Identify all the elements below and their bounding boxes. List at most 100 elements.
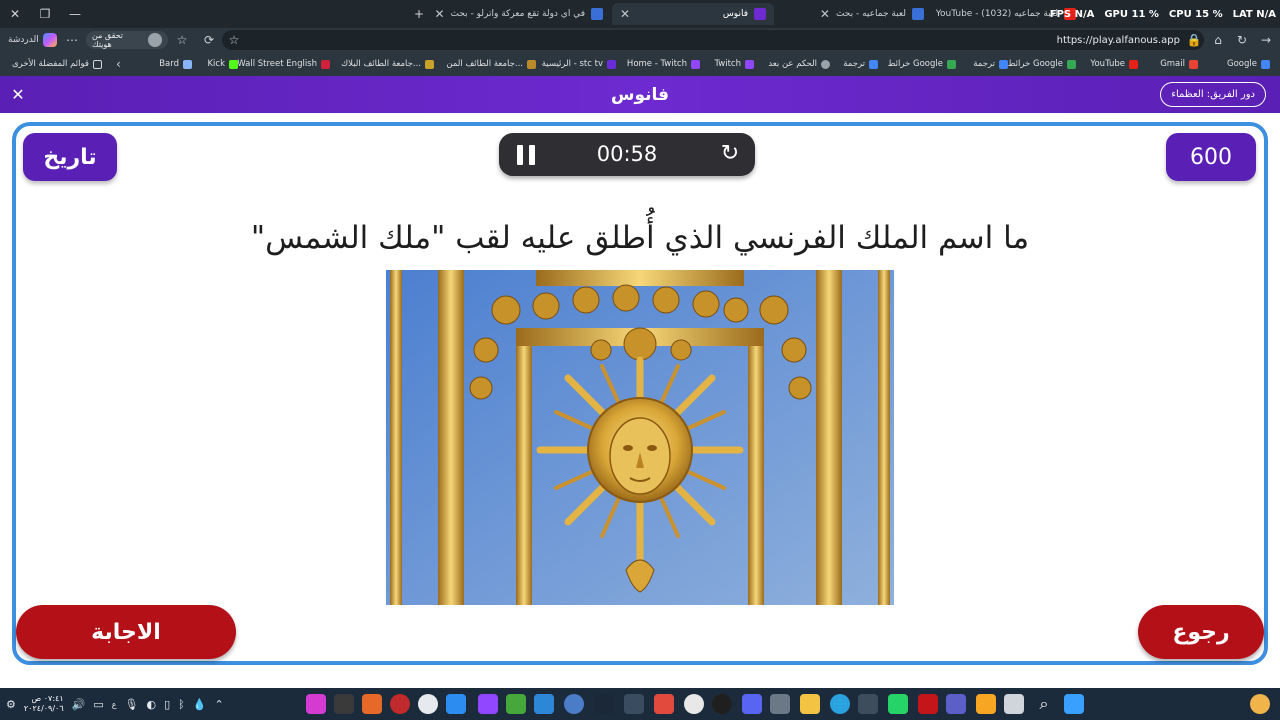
steam-icon[interactable]	[594, 694, 614, 714]
bookmark-maps-2[interactable]: خرائط Google	[888, 52, 956, 76]
bookmark-taif-1[interactable]: جامعة الطائف المن...	[446, 52, 536, 76]
url-text: https://play.alfanous.app	[1056, 34, 1180, 46]
close-tab-icon[interactable]: ✕	[820, 7, 830, 21]
url-field[interactable]: https://play.alfanous.app	[222, 30, 1204, 50]
tray-overflow-icon[interactable]: ⌃	[214, 698, 223, 711]
tab-alfanous[interactable]: ✕ فانوس	[612, 3, 774, 25]
close-icon[interactable]: ✕	[8, 84, 28, 104]
task-view-icon[interactable]	[1004, 694, 1024, 714]
bookmark-wall-street[interactable]: Wall Street English	[237, 52, 330, 76]
pause-icon[interactable]	[517, 145, 537, 165]
app-icon-blue[interactable]	[564, 694, 584, 714]
battery-icon[interactable]: ▯	[164, 698, 170, 711]
close-window-icon[interactable]: ✕	[0, 0, 30, 28]
whatsapp-icon[interactable]	[888, 694, 908, 714]
reload-icon[interactable]: ↻	[1232, 30, 1252, 50]
back-icon[interactable]: →	[1256, 30, 1276, 50]
vscode-icon[interactable]	[534, 694, 554, 714]
gpu-readout: GPU 11 %	[1104, 8, 1159, 20]
app-header: ✕ فانوس دور الفريق: العظماء	[0, 76, 1280, 113]
app-icon-iv[interactable]	[334, 694, 354, 714]
lock-icon[interactable]: 🔒	[1184, 30, 1204, 50]
translate-icon	[869, 59, 878, 69]
clock[interactable]: ٠٧:٤١ ص ٢٠٢٤/٠٩/٠٦	[24, 694, 64, 714]
back-button[interactable]: رجوع	[1138, 605, 1264, 659]
bookmark-google[interactable]: Google	[1227, 52, 1270, 76]
network-icon[interactable]: ▭	[93, 698, 103, 711]
bookmark-stc-tv[interactable]: الرئيسية - stc tv	[542, 52, 616, 76]
university-icon	[425, 59, 434, 69]
app-icon-tomato[interactable]	[654, 694, 674, 714]
keyboard-language[interactable]: ع	[112, 700, 117, 709]
tab-label: فانوس	[722, 9, 748, 19]
teams-icon[interactable]	[946, 694, 966, 714]
bookmark-translate[interactable]: ترجمة	[973, 52, 1008, 76]
copilot-chat-button[interactable]: الدردشة	[8, 31, 57, 49]
clock-date: ٢٠٢٤/٠٩/٠٦	[23, 704, 64, 713]
bookmark-twitch-home[interactable]: Home - Twitch	[627, 52, 700, 76]
close-tab-icon[interactable]: ✕	[620, 7, 630, 21]
tab-search-waterloo[interactable]: ✕ في اي دولة تقع معركة واترلو - بحث	[436, 3, 611, 25]
profile-button[interactable]: تحقق من هويتك	[86, 31, 168, 49]
bookmark-maps[interactable]: خرائط Google	[1008, 52, 1076, 76]
address-toolbar: الدردشة ⋯ تحقق من هويتك ☆ ⟳ https://play…	[0, 28, 1280, 52]
bookmark-bard[interactable]: Bard	[159, 52, 192, 76]
extensions-icon[interactable]: ⟳	[199, 30, 219, 50]
other-favorites[interactable]: قوائم المفضلة الأخرى	[12, 52, 102, 76]
close-tab-icon[interactable]: ✕	[436, 7, 445, 21]
bookmark-translate-2[interactable]: ترجمة	[843, 52, 878, 76]
globe-icon	[821, 59, 830, 69]
minecraft-icon[interactable]	[506, 694, 526, 714]
answer-button[interactable]: الاجابة	[16, 605, 236, 659]
windows-start-icon[interactable]	[1064, 694, 1084, 714]
file-explorer-icon[interactable]	[800, 694, 820, 714]
edge-icon[interactable]	[830, 694, 850, 714]
restore-window-icon[interactable]: ❐	[30, 0, 60, 28]
more-options-icon[interactable]: ⋯	[62, 30, 82, 50]
search-icon[interactable]: ⌕	[1034, 694, 1054, 714]
bookmark-gmail[interactable]: Gmail	[1160, 52, 1198, 76]
microphone-icon[interactable]: 🎙	[125, 698, 139, 711]
messenger-icon[interactable]	[446, 694, 466, 714]
twitch-icon	[691, 59, 700, 69]
tab-label: في اي دولة تقع معركة واترلو - بحث	[450, 9, 586, 19]
lat-readout: LAT N/A	[1232, 8, 1276, 20]
app-icon-pink[interactable]	[306, 694, 326, 714]
volume-icon[interactable]: 🔊	[72, 698, 86, 711]
twitch-icon[interactable]	[478, 694, 498, 714]
bookmark-taif-2[interactable]: جامعة الطائف البلاك...	[341, 52, 434, 76]
chat-label: الدردشة	[8, 35, 39, 45]
chevron-left-icon[interactable]: ‹	[116, 52, 121, 76]
search-favicon-icon	[591, 8, 603, 20]
home-icon[interactable]: ⌂	[1208, 30, 1228, 50]
app-icon-crimson[interactable]	[918, 694, 938, 714]
bluetooth-icon[interactable]: ᛒ	[178, 698, 185, 711]
drop-icon[interactable]: 💧	[193, 698, 207, 711]
add-favorite-icon[interactable]: ☆	[224, 30, 244, 50]
tab-search-group-game[interactable]: ✕ لعبة جماعيه - بحث	[776, 3, 932, 25]
favorites-icon[interactable]: ☆	[172, 30, 192, 50]
settings-icon[interactable]	[770, 694, 790, 714]
bookmark-remote[interactable]: الحكم عن بعد	[768, 52, 830, 76]
bookmark-youtube[interactable]: YouTube	[1090, 52, 1138, 76]
weather-icon[interactable]	[1250, 694, 1270, 714]
copilot-taskbar-icon[interactable]	[976, 694, 996, 714]
sync-icon[interactable]: ◐	[147, 698, 157, 711]
maps-icon	[947, 59, 956, 69]
minimize-window-icon[interactable]: —	[60, 0, 90, 28]
bard-icon	[183, 59, 192, 69]
discord-icon[interactable]	[742, 694, 762, 714]
headset-icon[interactable]	[712, 694, 732, 714]
new-tab-icon[interactable]: +	[404, 0, 434, 28]
obs-icon[interactable]	[418, 694, 438, 714]
bookmark-twitch[interactable]: Twitch	[715, 52, 754, 76]
reset-icon[interactable]: ↻	[719, 143, 741, 165]
store-icon[interactable]	[858, 694, 878, 714]
app-icon-slate[interactable]	[624, 694, 644, 714]
app-icon-red[interactable]	[390, 694, 410, 714]
bookmark-kick[interactable]: Kick	[207, 52, 238, 76]
settings-gear-icon[interactable]: ⚙	[6, 698, 16, 711]
xampp-icon[interactable]	[362, 694, 382, 714]
question-text: ما اسم الملك الفرنسي الذي أُطلق عليه لقب…	[250, 220, 1030, 256]
app-icon-white[interactable]	[684, 694, 704, 714]
